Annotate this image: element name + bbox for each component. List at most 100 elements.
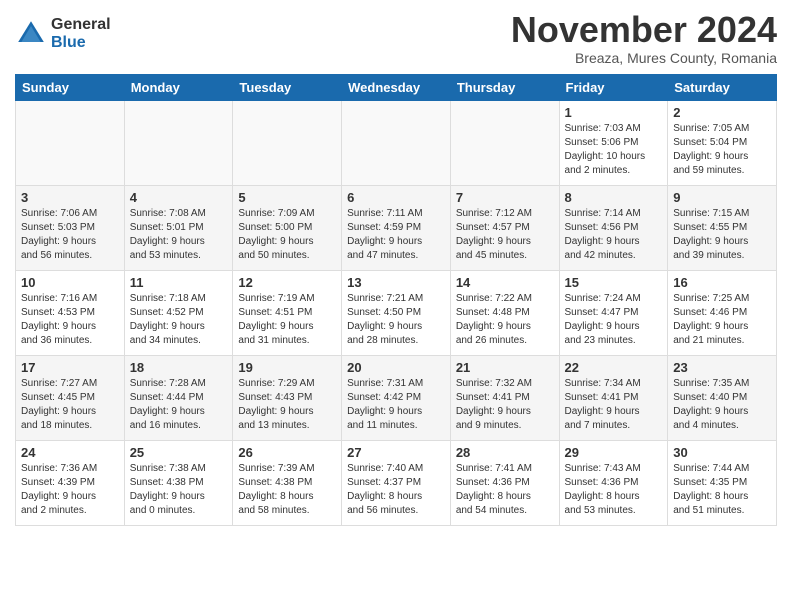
calendar-cell: 20 Sunrise: 7:31 AM Sunset: 4:42 PM Dayli… xyxy=(342,355,451,440)
day-info: Sunrise: 7:34 AM Sunset: 4:41 PM Dayligh… xyxy=(565,377,663,433)
day-number: 19 xyxy=(238,360,336,375)
day-info: Sunrise: 7:06 AM Sunset: 5:03 PM Dayligh… xyxy=(21,207,119,263)
col-header-saturday: Saturday xyxy=(668,74,777,100)
day-info: Sunrise: 7:27 AM Sunset: 4:45 PM Dayligh… xyxy=(21,377,119,433)
calendar-cell: 25 Sunrise: 7:38 AM Sunset: 4:38 PM Dayli… xyxy=(124,440,233,525)
col-header-tuesday: Tuesday xyxy=(233,74,342,100)
calendar-cell: 29 Sunrise: 7:43 AM Sunset: 4:36 PM Dayli… xyxy=(559,440,668,525)
day-number: 2 xyxy=(673,105,771,120)
calendar-cell: 21 Sunrise: 7:32 AM Sunset: 4:41 PM Dayli… xyxy=(450,355,559,440)
day-info: Sunrise: 7:28 AM Sunset: 4:44 PM Dayligh… xyxy=(130,377,228,433)
day-info: Sunrise: 7:14 AM Sunset: 4:56 PM Dayligh… xyxy=(565,207,663,263)
day-number: 6 xyxy=(347,190,445,205)
day-number: 20 xyxy=(347,360,445,375)
calendar-cell: 15Sunrise: 7:24 AM Sunset: 4:47 PM Dayli… xyxy=(559,270,668,355)
day-info: Sunrise: 7:36 AM Sunset: 4:39 PM Dayligh… xyxy=(21,462,119,518)
day-number: 12 xyxy=(238,275,336,290)
day-info: Sunrise: 7:44 AM Sunset: 4:35 PM Dayligh… xyxy=(673,462,771,518)
day-number: 24 xyxy=(21,445,119,460)
day-info: Sunrise: 7:15 AM Sunset: 4:55 PM Dayligh… xyxy=(673,207,771,263)
calendar-cell: 9 Sunrise: 7:15 AM Sunset: 4:55 PM Daylig… xyxy=(668,185,777,270)
day-info: Sunrise: 7:43 AM Sunset: 4:36 PM Dayligh… xyxy=(565,462,663,518)
day-info: Sunrise: 7:40 AM Sunset: 4:37 PM Dayligh… xyxy=(347,462,445,518)
calendar-week-row: 10 Sunrise: 7:16 AM Sunset: 4:53 PM Dayli… xyxy=(16,270,777,355)
day-info: Sunrise: 7:22 AM Sunset: 4:48 PM Dayligh… xyxy=(456,292,554,348)
calendar-cell: 11 Sunrise: 7:18 AM Sunset: 4:52 PM Dayli… xyxy=(124,270,233,355)
day-info: Sunrise: 7:24 AM Sunset: 4:47 PM Dayligh… xyxy=(565,292,663,348)
logo-blue: Blue xyxy=(51,34,111,52)
logo: General Blue xyxy=(15,16,111,51)
calendar-cell: 12Sunrise: 7:19 AM Sunset: 4:51 PM Dayli… xyxy=(233,270,342,355)
day-info: Sunrise: 7:32 AM Sunset: 4:41 PM Dayligh… xyxy=(456,377,554,433)
day-info: Sunrise: 7:21 AM Sunset: 4:50 PM Dayligh… xyxy=(347,292,445,348)
calendar-cell xyxy=(16,100,125,185)
page: General Blue November 2024 Breaza, Mures… xyxy=(0,0,792,541)
header: General Blue November 2024 Breaza, Mures… xyxy=(15,10,777,66)
day-number: 9 xyxy=(673,190,771,205)
day-info: Sunrise: 7:16 AM Sunset: 4:53 PM Dayligh… xyxy=(21,292,119,348)
day-number: 17 xyxy=(21,360,119,375)
calendar-header-row: SundayMondayTuesdayWednesdayThursdayFrid… xyxy=(16,74,777,100)
title-area: November 2024 Breaza, Mures County, Roma… xyxy=(511,10,777,66)
day-number: 23 xyxy=(673,360,771,375)
calendar-cell: 27 Sunrise: 7:40 AM Sunset: 4:37 PM Dayli… xyxy=(342,440,451,525)
day-number: 7 xyxy=(456,190,554,205)
day-number: 25 xyxy=(130,445,228,460)
day-info: Sunrise: 7:25 AM Sunset: 4:46 PM Dayligh… xyxy=(673,292,771,348)
calendar-cell: 13 Sunrise: 7:21 AM Sunset: 4:50 PM Dayli… xyxy=(342,270,451,355)
calendar-cell: 14Sunrise: 7:22 AM Sunset: 4:48 PM Dayli… xyxy=(450,270,559,355)
col-header-wednesday: Wednesday xyxy=(342,74,451,100)
day-number: 18 xyxy=(130,360,228,375)
day-number: 21 xyxy=(456,360,554,375)
calendar-cell: 1Sunrise: 7:03 AM Sunset: 5:06 PM Daylig… xyxy=(559,100,668,185)
day-info: Sunrise: 7:38 AM Sunset: 4:38 PM Dayligh… xyxy=(130,462,228,518)
day-info: Sunrise: 7:31 AM Sunset: 4:42 PM Dayligh… xyxy=(347,377,445,433)
logo-general: General xyxy=(51,16,111,34)
calendar-cell: 4Sunrise: 7:08 AM Sunset: 5:01 PM Daylig… xyxy=(124,185,233,270)
day-number: 11 xyxy=(130,275,228,290)
col-header-monday: Monday xyxy=(124,74,233,100)
calendar-cell: 5Sunrise: 7:09 AM Sunset: 5:00 PM Daylig… xyxy=(233,185,342,270)
day-number: 10 xyxy=(21,275,119,290)
calendar-cell: 28 Sunrise: 7:41 AM Sunset: 4:36 PM Dayli… xyxy=(450,440,559,525)
calendar-cell: 16Sunrise: 7:25 AM Sunset: 4:46 PM Dayli… xyxy=(668,270,777,355)
calendar-cell: 22 Sunrise: 7:34 AM Sunset: 4:41 PM Dayli… xyxy=(559,355,668,440)
calendar-week-row: 1Sunrise: 7:03 AM Sunset: 5:06 PM Daylig… xyxy=(16,100,777,185)
day-info: Sunrise: 7:39 AM Sunset: 4:38 PM Dayligh… xyxy=(238,462,336,518)
day-info: Sunrise: 7:41 AM Sunset: 4:36 PM Dayligh… xyxy=(456,462,554,518)
calendar-cell xyxy=(124,100,233,185)
calendar-cell xyxy=(233,100,342,185)
calendar-table: SundayMondayTuesdayWednesdayThursdayFrid… xyxy=(15,74,777,526)
day-number: 8 xyxy=(565,190,663,205)
calendar-cell: 24 Sunrise: 7:36 AM Sunset: 4:39 PM Dayli… xyxy=(16,440,125,525)
day-number: 13 xyxy=(347,275,445,290)
calendar-cell: 8 Sunrise: 7:14 AM Sunset: 4:56 PM Daylig… xyxy=(559,185,668,270)
calendar-cell: 17 Sunrise: 7:27 AM Sunset: 4:45 PM Dayli… xyxy=(16,355,125,440)
calendar-cell: 7 Sunrise: 7:12 AM Sunset: 4:57 PM Daylig… xyxy=(450,185,559,270)
calendar-cell: 3Sunrise: 7:06 AM Sunset: 5:03 PM Daylig… xyxy=(16,185,125,270)
month-title: November 2024 xyxy=(511,10,777,50)
day-info: Sunrise: 7:35 AM Sunset: 4:40 PM Dayligh… xyxy=(673,377,771,433)
day-info: Sunrise: 7:11 AM Sunset: 4:59 PM Dayligh… xyxy=(347,207,445,263)
day-number: 27 xyxy=(347,445,445,460)
day-number: 29 xyxy=(565,445,663,460)
day-info: Sunrise: 7:05 AM Sunset: 5:04 PM Dayligh… xyxy=(673,122,771,178)
col-header-friday: Friday xyxy=(559,74,668,100)
day-info: Sunrise: 7:18 AM Sunset: 4:52 PM Dayligh… xyxy=(130,292,228,348)
day-number: 26 xyxy=(238,445,336,460)
day-number: 5 xyxy=(238,190,336,205)
day-info: Sunrise: 7:08 AM Sunset: 5:01 PM Dayligh… xyxy=(130,207,228,263)
calendar-cell: 2 Sunrise: 7:05 AM Sunset: 5:04 PM Daylig… xyxy=(668,100,777,185)
day-number: 1 xyxy=(565,105,663,120)
calendar-cell xyxy=(342,100,451,185)
day-number: 28 xyxy=(456,445,554,460)
day-info: Sunrise: 7:12 AM Sunset: 4:57 PM Dayligh… xyxy=(456,207,554,263)
day-number: 22 xyxy=(565,360,663,375)
calendar-week-row: 17 Sunrise: 7:27 AM Sunset: 4:45 PM Dayli… xyxy=(16,355,777,440)
calendar-cell: 19Sunrise: 7:29 AM Sunset: 4:43 PM Dayli… xyxy=(233,355,342,440)
calendar-cell: 6 Sunrise: 7:11 AM Sunset: 4:59 PM Daylig… xyxy=(342,185,451,270)
day-number: 30 xyxy=(673,445,771,460)
calendar-cell: 26 Sunrise: 7:39 AM Sunset: 4:38 PM Dayli… xyxy=(233,440,342,525)
calendar-week-row: 3Sunrise: 7:06 AM Sunset: 5:03 PM Daylig… xyxy=(16,185,777,270)
calendar-cell: 23 Sunrise: 7:35 AM Sunset: 4:40 PM Dayli… xyxy=(668,355,777,440)
